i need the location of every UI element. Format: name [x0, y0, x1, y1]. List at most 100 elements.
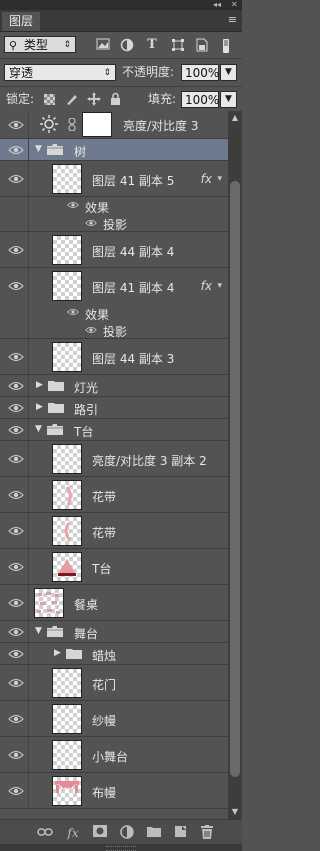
- expand-triangle-icon[interactable]: ▼: [35, 626, 42, 636]
- delete-icon[interactable]: [198, 825, 216, 841]
- layer-thumbnail[interactable]: [52, 704, 82, 734]
- layer-row[interactable]: 亮度/对比度 3 副本 2: [0, 441, 228, 477]
- link-layers-icon[interactable]: [36, 825, 54, 841]
- effect-row[interactable]: 投影: [0, 214, 228, 232]
- group-row[interactable]: ▼ 舞台: [0, 621, 228, 643]
- visibility-eye-icon[interactable]: [8, 403, 24, 413]
- adjustment-filter-icon[interactable]: [119, 38, 135, 52]
- layer-row[interactable]: T台: [0, 549, 228, 585]
- new-layer-icon[interactable]: [171, 825, 189, 841]
- layer-row[interactable]: 花带: [0, 477, 228, 513]
- opacity-dropdown-icon[interactable]: ▼: [220, 64, 237, 81]
- effects-expand-icon[interactable]: ▾: [217, 174, 222, 184]
- group-row[interactable]: ▼ T台: [0, 419, 228, 441]
- layer-thumbnail[interactable]: [52, 480, 82, 510]
- layer-thumbnail[interactable]: [52, 444, 82, 474]
- fill-input[interactable]: 100%: [181, 91, 219, 108]
- visibility-eye-icon[interactable]: [8, 145, 24, 155]
- visibility-eye-icon[interactable]: [8, 352, 24, 362]
- layer-thumbnail[interactable]: [34, 588, 64, 618]
- layer-row[interactable]: 花带: [0, 513, 228, 549]
- layer-thumbnail[interactable]: [52, 740, 82, 770]
- scroll-down-icon[interactable]: ▼: [228, 805, 242, 819]
- layer-row[interactable]: 图层 41 副本 5 fx ▾: [0, 161, 228, 197]
- lock-transparent-icon[interactable]: [44, 94, 55, 108]
- visibility-eye-icon[interactable]: [8, 649, 24, 659]
- panel-resize-grip[interactable]: [0, 844, 242, 851]
- visibility-eye-icon[interactable]: [8, 562, 24, 572]
- filter-toggle-icon[interactable]: [220, 38, 232, 53]
- visibility-eye-icon[interactable]: [85, 326, 97, 334]
- collapse-triangle-icon[interactable]: ▶: [36, 380, 43, 390]
- group-row[interactable]: ▶ 路引: [0, 397, 228, 419]
- shape-filter-icon[interactable]: [170, 38, 186, 52]
- tab-layers[interactable]: 图层: [2, 12, 40, 31]
- visibility-eye-icon[interactable]: [8, 120, 24, 130]
- layer-row[interactable]: 花门: [0, 665, 228, 701]
- smart-object-filter-icon[interactable]: [194, 38, 210, 52]
- fx-icon[interactable]: fx: [64, 825, 82, 841]
- visibility-eye-icon[interactable]: [67, 201, 79, 209]
- effect-row[interactable]: 投影: [0, 321, 228, 339]
- visibility-eye-icon[interactable]: [8, 490, 24, 500]
- visibility-eye-icon[interactable]: [8, 281, 24, 291]
- layer-row[interactable]: 亮度/对比度 3: [0, 111, 228, 139]
- layer-mask-thumbnail[interactable]: [82, 112, 112, 137]
- group-row[interactable]: ▶ 蜡烛: [0, 643, 228, 665]
- group-row[interactable]: ▶ 灯光: [0, 375, 228, 397]
- layer-thumbnail[interactable]: [52, 776, 82, 806]
- visibility-eye-icon[interactable]: [8, 714, 24, 724]
- effects-expand-icon[interactable]: ▾: [217, 281, 222, 291]
- filter-kind-select[interactable]: ⚲ 类型 ⇕: [4, 36, 76, 53]
- layer-row[interactable]: 图层 41 副本 4 fx ▾: [0, 268, 228, 304]
- visibility-eye-icon[interactable]: [8, 526, 24, 536]
- layer-row[interactable]: 餐桌: [0, 585, 228, 621]
- visibility-eye-icon[interactable]: [85, 219, 97, 227]
- effects-row[interactable]: 效果: [0, 197, 228, 215]
- fill-dropdown-icon[interactable]: ▼: [220, 91, 237, 108]
- layer-thumbnail[interactable]: [52, 552, 82, 582]
- layer-row[interactable]: 小舞台: [0, 737, 228, 773]
- layer-fx-badge[interactable]: fx: [201, 172, 212, 186]
- close-panel-icon[interactable]: ✕: [231, 0, 238, 10]
- image-filter-icon[interactable]: [95, 38, 111, 52]
- layer-row[interactable]: 布幔: [0, 773, 228, 809]
- collapse-triangle-icon[interactable]: ▶: [36, 402, 43, 412]
- layer-row[interactable]: 纱幔: [0, 701, 228, 737]
- visibility-eye-icon[interactable]: [8, 786, 24, 796]
- effects-row[interactable]: 效果: [0, 304, 228, 322]
- scroll-up-icon[interactable]: ▲: [228, 111, 242, 125]
- layer-row[interactable]: 图层 44 副本 3: [0, 339, 228, 375]
- layers-scrollbar[interactable]: ▲ ▼: [228, 111, 242, 819]
- expand-triangle-icon[interactable]: ▼: [35, 424, 42, 434]
- visibility-eye-icon[interactable]: [8, 598, 24, 608]
- layer-thumbnail[interactable]: [52, 164, 82, 194]
- panel-menu-icon[interactable]: ≡: [228, 14, 237, 26]
- layer-fx-badge[interactable]: fx: [201, 279, 212, 293]
- scrollbar-thumb[interactable]: [230, 181, 240, 777]
- visibility-eye-icon[interactable]: [67, 308, 79, 316]
- layer-thumbnail[interactable]: [52, 271, 82, 301]
- visibility-eye-icon[interactable]: [8, 381, 24, 391]
- opacity-input[interactable]: 100%: [181, 64, 219, 81]
- visibility-eye-icon[interactable]: [8, 454, 24, 464]
- visibility-eye-icon[interactable]: [8, 627, 24, 637]
- layer-thumbnail[interactable]: [52, 235, 82, 265]
- blend-mode-select[interactable]: 穿透 ⇕: [4, 64, 116, 81]
- visibility-eye-icon[interactable]: [8, 750, 24, 760]
- expand-triangle-icon[interactable]: ▼: [35, 144, 42, 154]
- lock-all-icon[interactable]: [110, 92, 121, 108]
- group-row[interactable]: ▼ 树: [0, 139, 228, 161]
- layer-thumbnail[interactable]: [52, 342, 82, 372]
- mask-icon[interactable]: [91, 825, 109, 841]
- layer-thumbnail[interactable]: [52, 516, 82, 546]
- new-group-icon[interactable]: [145, 825, 163, 841]
- lock-pixels-icon[interactable]: [65, 93, 78, 109]
- visibility-eye-icon[interactable]: [8, 245, 24, 255]
- visibility-eye-icon[interactable]: [8, 678, 24, 688]
- lock-position-icon[interactable]: [87, 92, 101, 109]
- visibility-eye-icon[interactable]: [8, 174, 24, 184]
- mask-link-icon[interactable]: [68, 118, 76, 131]
- type-filter-icon[interactable]: T: [144, 38, 160, 52]
- layer-row[interactable]: 图层 44 副本 4: [0, 232, 228, 268]
